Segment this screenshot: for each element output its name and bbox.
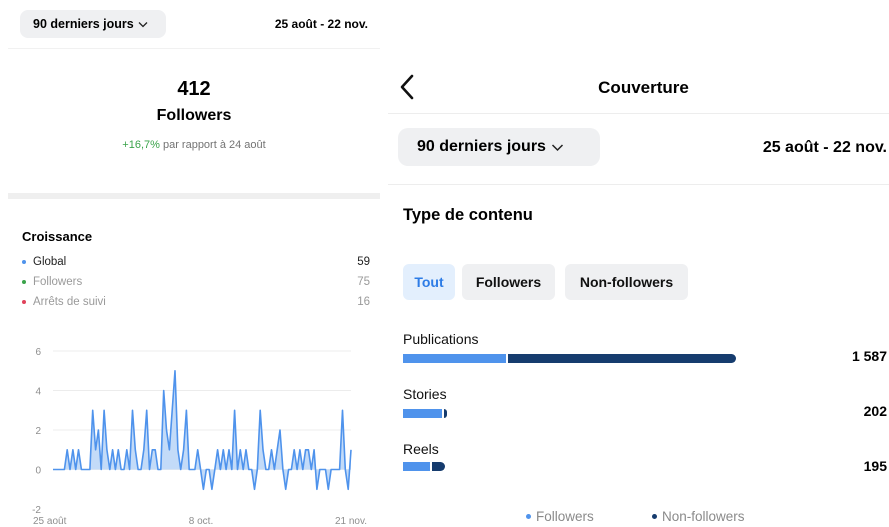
bar-segment-nonfollowers xyxy=(432,462,445,471)
section-title: Type de contenu xyxy=(403,206,533,224)
legend-unfollows[interactable]: Arrêts de suivi 16 xyxy=(22,294,370,310)
delta-percent: +16,7% xyxy=(122,139,160,151)
bar-segment-nonfollowers xyxy=(444,409,447,418)
followers-panel: 90 derniers jours 25 août - 22 nov. 412 … xyxy=(0,0,388,527)
chevron-down-icon xyxy=(138,21,148,27)
followers-count: 412 xyxy=(177,78,211,100)
followers-label: Followers xyxy=(156,107,232,124)
bar-segment-nonfollowers xyxy=(508,354,736,363)
y-tick-label: 2 xyxy=(35,426,41,437)
y-tick-label: 4 xyxy=(35,387,41,398)
legend-global[interactable]: Global 59 xyxy=(22,254,370,270)
legend-dot-unfollows xyxy=(22,300,26,304)
growth-chart[interactable]: 6 4 2 0 -225 août 8 oct. 21 nov. xyxy=(0,335,388,527)
divider xyxy=(388,184,889,185)
filter-followers-button[interactable]: Followers xyxy=(462,264,555,300)
y-tick-label: 0 xyxy=(35,466,41,477)
legend-nonfollowers: Non-followers xyxy=(652,509,745,524)
category-label-reels: Reels xyxy=(403,441,439,457)
legend-dot-nonfollowers xyxy=(652,514,657,519)
value-publications: 1 587 xyxy=(851,348,887,364)
bar-reels[interactable] xyxy=(403,462,445,471)
category-label-stories: Stories xyxy=(403,386,447,402)
date-range-label: 90 derniers jours xyxy=(33,17,134,31)
chevron-down-icon xyxy=(551,143,563,151)
legend-value: 59 xyxy=(357,256,370,268)
legend-label: Non-followers xyxy=(662,509,745,524)
value-reels: 195 xyxy=(863,458,887,474)
growth-title: Croissance xyxy=(22,229,93,244)
divider xyxy=(8,48,380,49)
x-tick-label: 25 août xyxy=(33,516,67,527)
bar-publications[interactable] xyxy=(403,354,736,363)
value-stories: 202 xyxy=(863,403,887,419)
divider xyxy=(388,113,889,114)
legend-followers[interactable]: Followers 75 xyxy=(22,274,370,290)
page-title: Couverture xyxy=(598,78,689,97)
reach-panel: Couverture 90 derniers jours 25 août - 2… xyxy=(388,0,889,527)
legend-value: 16 xyxy=(357,296,370,308)
x-tick-label: 8 oct. xyxy=(189,516,213,527)
followers-delta: +16,7% par rapport à 24 août xyxy=(0,139,388,151)
filter-all-button[interactable]: Tout xyxy=(403,264,455,300)
legend-dot-global xyxy=(22,260,26,264)
delta-suffix: par rapport à 24 août xyxy=(159,139,266,151)
legend-label: Followers xyxy=(33,276,83,288)
section-divider xyxy=(8,193,380,199)
bar-segment-followers xyxy=(403,409,442,418)
category-label-publications: Publications xyxy=(403,331,479,347)
legend-dot-followers xyxy=(22,280,26,284)
date-range-label: 90 derniers jours xyxy=(417,138,546,155)
legend-label: Arrêts de suivi xyxy=(33,296,106,308)
date-range-text: 25 août - 22 nov. xyxy=(274,17,368,31)
date-range-dropdown[interactable]: 90 derniers jours xyxy=(398,128,600,166)
legend-followers: Followers xyxy=(526,509,594,524)
legend-label: Global xyxy=(33,256,67,268)
y-tick-label: 6 xyxy=(35,347,41,358)
x-tick-label: 21 nov. xyxy=(335,516,367,527)
legend-value: 75 xyxy=(357,276,370,288)
bar-stories[interactable] xyxy=(403,409,447,418)
date-range-text: 25 août - 22 nov. xyxy=(762,139,887,156)
filter-nonfollowers-button[interactable]: Non-followers xyxy=(565,264,688,300)
y-tick-label: -2 xyxy=(32,505,41,516)
date-range-dropdown[interactable]: 90 derniers jours xyxy=(20,10,166,38)
legend-dot-followers xyxy=(526,514,531,519)
bar-segment-followers xyxy=(403,354,506,363)
bar-segment-followers xyxy=(403,462,430,471)
legend-label: Followers xyxy=(536,509,594,524)
